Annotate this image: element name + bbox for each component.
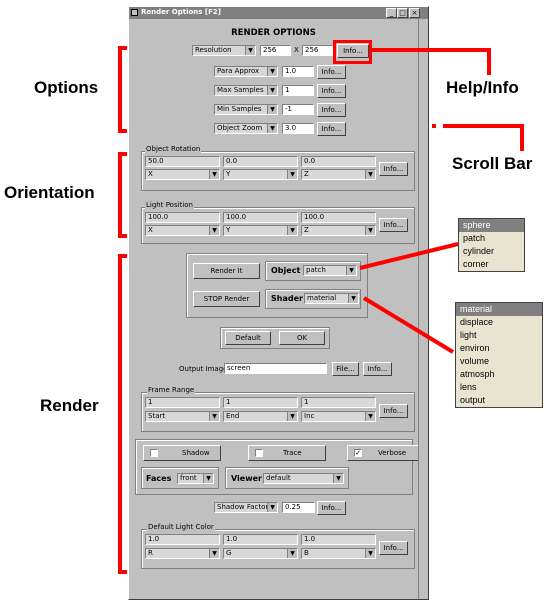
list-item[interactable]: light bbox=[456, 329, 542, 342]
list-item[interactable]: environ bbox=[456, 342, 542, 355]
shader-options-list: material displace light environ volume a… bbox=[455, 302, 543, 408]
list-item[interactable]: patch bbox=[459, 232, 524, 245]
shader-connector bbox=[362, 296, 455, 354]
list-item[interactable]: output bbox=[456, 394, 542, 407]
list-item[interactable]: atmosph bbox=[456, 368, 542, 381]
connector-lines bbox=[359, 242, 459, 354]
list-item[interactable]: material bbox=[456, 303, 542, 316]
list-item[interactable]: cylinder bbox=[459, 245, 524, 258]
list-item[interactable]: volume bbox=[456, 355, 542, 368]
list-item[interactable]: lens bbox=[456, 381, 542, 394]
object-options-list: sphere patch cylinder corner bbox=[458, 218, 525, 272]
list-item[interactable]: displace bbox=[456, 316, 542, 329]
object-connector bbox=[359, 242, 459, 270]
list-item[interactable]: corner bbox=[459, 258, 524, 271]
list-item[interactable]: sphere bbox=[459, 219, 524, 232]
